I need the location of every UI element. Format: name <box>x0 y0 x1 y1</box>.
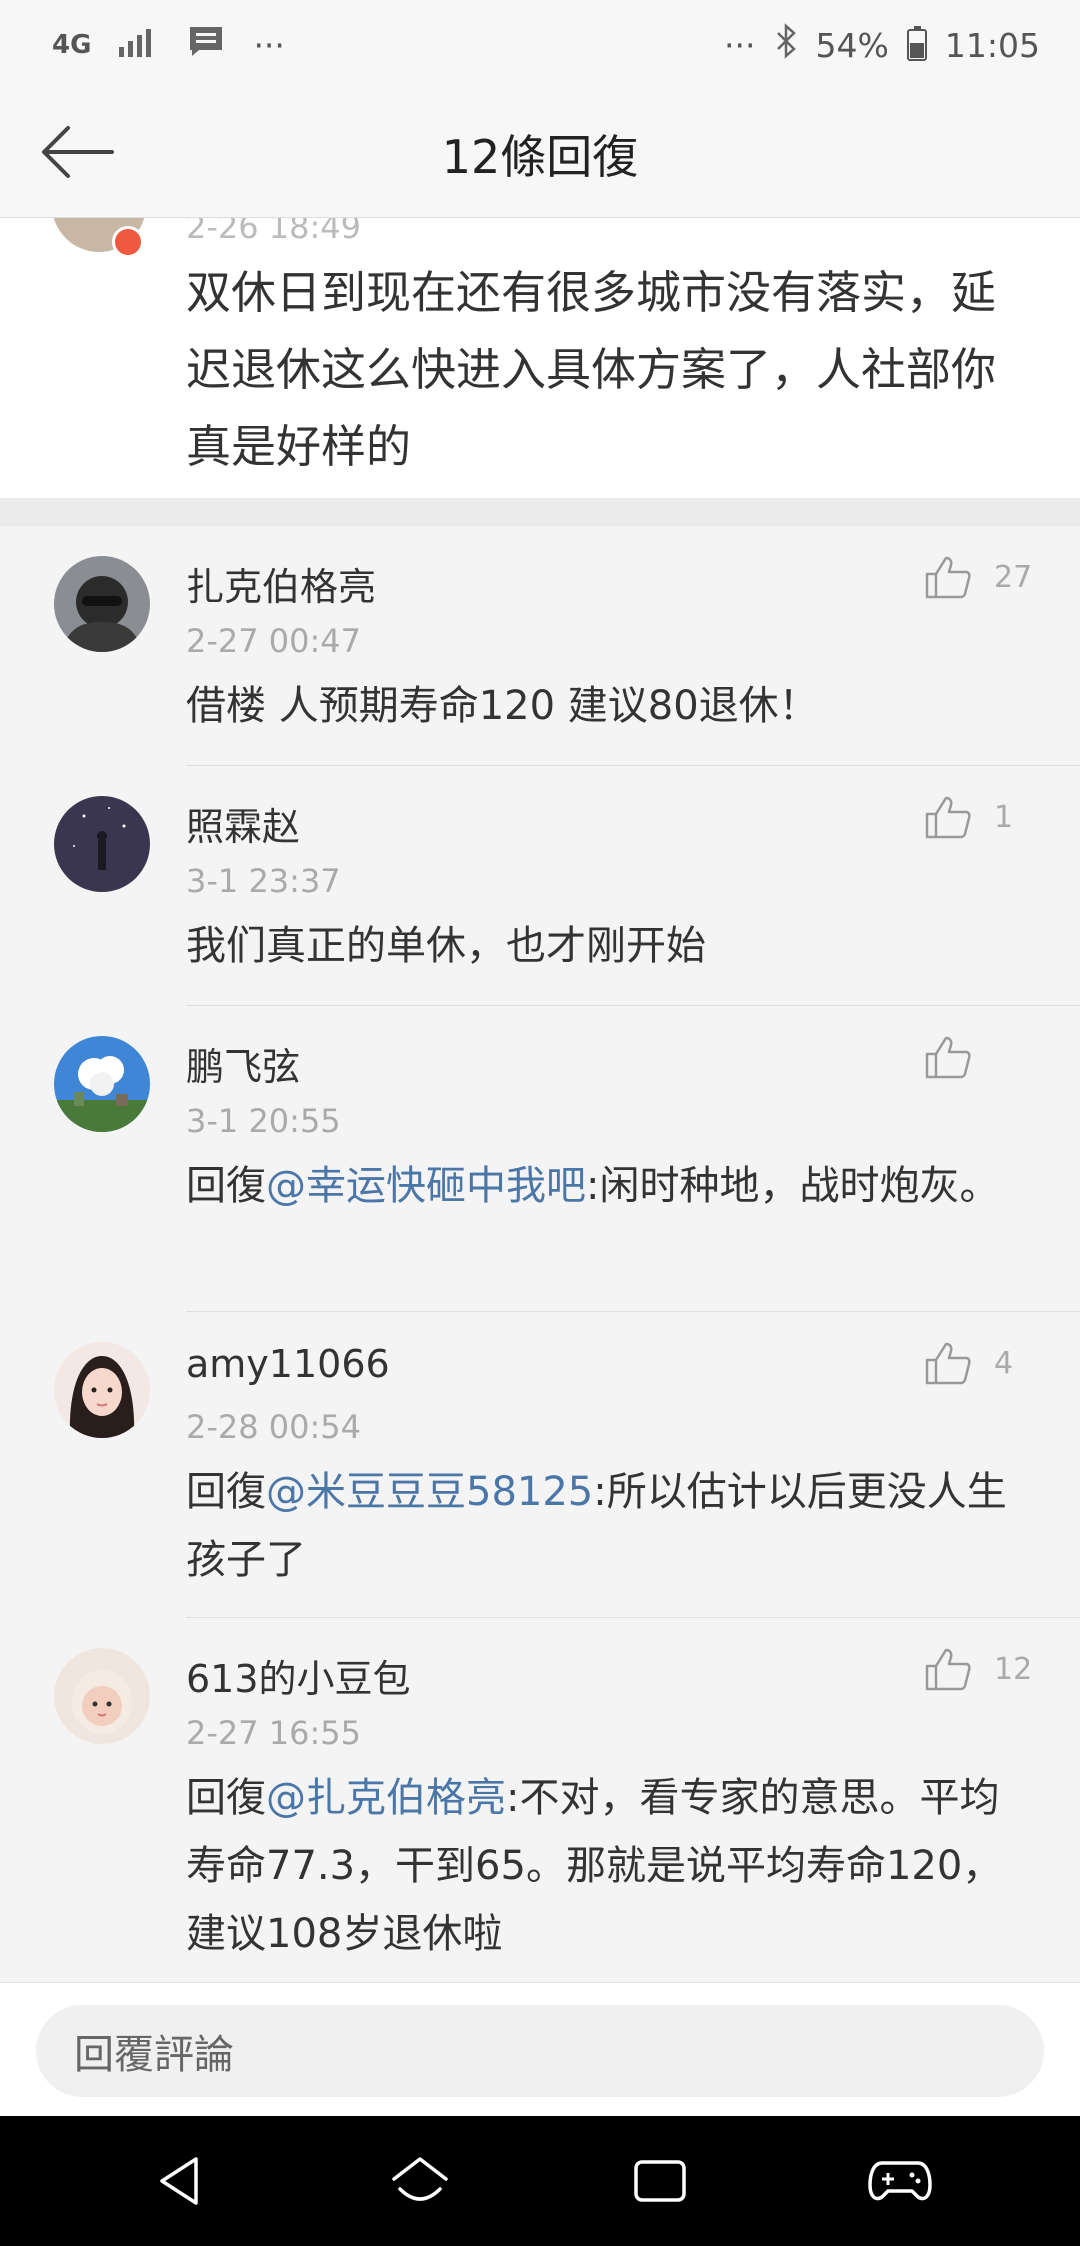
comment-text: 回復@幸运快砸中我吧:闲时种地，战时炮灰。 <box>186 1152 1036 1220</box>
thumbs-up-icon <box>925 1036 971 1079</box>
signal-icon <box>119 26 159 65</box>
nav-back-button[interactable] <box>135 2136 225 2226</box>
reply-body: :闲时种地，战时炮灰。 <box>586 1163 1000 1209</box>
reply-input[interactable]: 回覆評論 <box>36 2005 1044 2097</box>
message-icon <box>187 24 225 66</box>
verified-badge-icon <box>112 226 144 258</box>
clock: 11:05 <box>944 25 1040 65</box>
title-bar: 12條回復 <box>0 90 1080 218</box>
comment-text: 回復@米豆豆豆58125:所以估计以后更没人生孩子了 <box>186 1458 1036 1594</box>
like-button[interactable]: 1 <box>924 794 1034 840</box>
comment-author[interactable]: 鹏飞弦 <box>186 1036 300 1091</box>
comment-item: 鹏飞弦 3-1 20:55 回復@幸运快砸中我吧:闲时种地，战时炮灰。 <box>54 1006 1080 1312</box>
nav-game-button[interactable] <box>855 2136 945 2226</box>
avatar[interactable] <box>54 1648 150 1744</box>
nav-recents-button[interactable] <box>615 2136 705 2226</box>
comment-item: 613的小豆包 2-27 16:55 12 回復@扎克伯格亮:不对，看专家的意思… <box>54 1618 1080 1982</box>
post-time: 2-26 18:49 <box>186 218 362 246</box>
comment-time: 3-1 20:55 <box>186 1102 341 1140</box>
page-title: 12條回復 <box>441 129 639 184</box>
system-nav-bar <box>0 2116 1080 2246</box>
battery-percent: 54% <box>815 25 889 65</box>
gamepad-icon <box>868 2161 932 2201</box>
like-button[interactable] <box>924 1034 1034 1080</box>
thumbs-up-icon <box>925 556 971 599</box>
back-button[interactable] <box>40 120 120 184</box>
reply-prefix: 回復 <box>186 1469 266 1515</box>
thumbs-up-icon <box>925 796 971 839</box>
battery-icon <box>906 26 927 61</box>
comment-author[interactable]: amy11066 <box>186 1342 390 1386</box>
like-count: 12 <box>994 1651 1033 1687</box>
like-button[interactable]: 27 <box>924 554 1034 600</box>
like-button[interactable]: 4 <box>924 1340 1034 1386</box>
comment-time: 2-27 16:55 <box>186 1714 362 1752</box>
like-count: 27 <box>994 559 1033 595</box>
comment-time: 2-28 00:54 <box>186 1408 362 1446</box>
status-bar: 4G ··· ··· 54% 11:05 <box>0 0 1080 90</box>
reply-bar: 回覆評論 <box>0 1982 1080 2116</box>
comment-author[interactable]: 照霖赵 <box>186 796 300 851</box>
post-text: 双休日到现在还有很多城市没有落实，延迟退休这么快进入具体方案了，人社部你真是好样… <box>186 266 997 473</box>
home-icon <box>392 2157 448 2201</box>
like-button[interactable]: 12 <box>924 1646 1034 1692</box>
mention-link[interactable]: @米豆豆豆58125 <box>266 1469 593 1515</box>
comment-time: 3-1 23:37 <box>186 862 341 900</box>
like-count: 4 <box>994 1345 1014 1381</box>
thumbs-up-icon <box>925 1342 971 1385</box>
comment-item: 照霖赵 3-1 23:37 1 我们真正的单休，也才刚开始 <box>54 766 1080 1006</box>
back-triangle-icon <box>160 2157 198 2205</box>
avatar[interactable] <box>54 556 150 652</box>
mention-link[interactable]: @幸运快砸中我吧 <box>266 1163 586 1209</box>
bluetooth-icon <box>774 23 798 67</box>
comment-text: 回復@扎克伯格亮:不对，看专家的意思。平均寿命77.3，干到65。那就是说平均寿… <box>186 1764 1036 1968</box>
avatar[interactable] <box>54 796 150 892</box>
comment-item: amy11066 2-28 00:54 4 回復@米豆豆豆58125:所以估计以… <box>54 1312 1080 1618</box>
nav-home-button[interactable] <box>375 2136 465 2226</box>
avatar[interactable] <box>54 1036 150 1132</box>
mention-link[interactable]: @扎克伯格亮 <box>266 1775 506 1821</box>
recents-icon <box>634 2160 686 2202</box>
back-arrow-icon <box>42 126 114 178</box>
reply-prefix: 回復 <box>186 1163 266 1209</box>
comment-author[interactable]: 613的小豆包 <box>186 1648 411 1703</box>
comment-item: 扎克伯格亮 2-27 00:47 27 借楼 人预期寿命120 建议80退休！ <box>54 526 1080 766</box>
like-count: 1 <box>994 799 1014 835</box>
comment-author[interactable]: 扎克伯格亮 <box>186 556 376 611</box>
section-divider <box>0 498 1080 526</box>
more-dots-left: ··· <box>253 25 285 65</box>
reply-prefix: 回復 <box>186 1775 266 1821</box>
comment-text: 借楼 人预期寿命120 建议80退休！ <box>186 683 819 729</box>
network-type: 4G <box>52 30 92 60</box>
comment-list: 扎克伯格亮 2-27 00:47 27 借楼 人预期寿命120 建议80退休！ … <box>0 526 1080 1982</box>
thumbs-up-icon <box>925 1648 971 1691</box>
avatar[interactable] <box>54 1342 150 1438</box>
more-dots-right: ··· <box>724 25 756 65</box>
original-post: 2-26 18:49 双休日到现在还有很多城市没有落实，延迟退休这么快进入具体方… <box>0 218 1080 498</box>
comment-text: 我们真正的单休，也才刚开始 <box>186 923 706 969</box>
comment-time: 2-27 00:47 <box>186 622 362 660</box>
